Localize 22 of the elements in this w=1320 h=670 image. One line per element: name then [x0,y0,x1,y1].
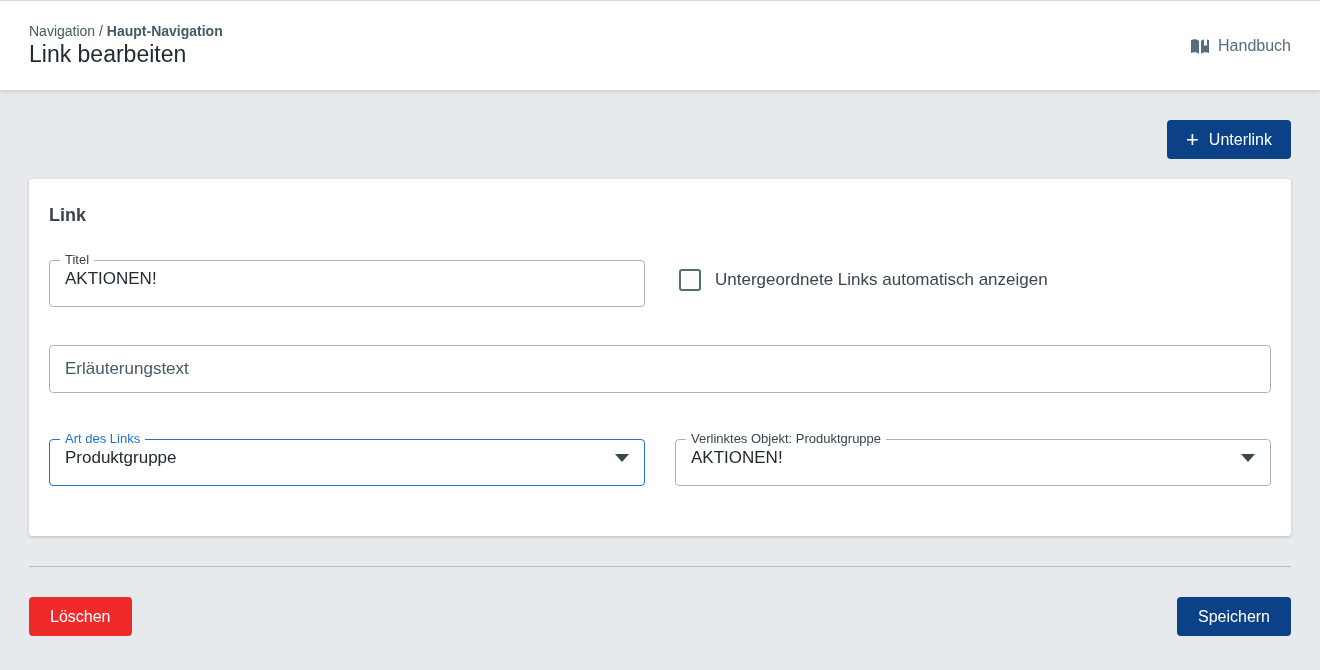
selected-value: AKTIONEN! [691,448,784,468]
manual-link[interactable]: Handbuch [1190,36,1291,55]
auto-show-checkbox[interactable]: Untergeordnete Links automatisch anzeigen [675,268,1271,291]
caret-icon [615,454,629,462]
text-input[interactable]: AKTIONEN! [65,269,629,289]
field-label: Verlinktes Objekt: Produktgruppe [690,431,883,447]
page-title: Link bearbeiten [29,41,188,68]
delete-button[interactable]: Löschen [29,597,132,636]
save-button[interactable]: Speichern [1176,597,1291,636]
field-label: Art des Links [64,431,142,447]
text-input[interactable]: Erläuterungstext [65,359,1255,379]
selected-value: Produktgruppe [65,448,178,468]
field-label: Titel [64,252,91,268]
description-field[interactable]: Erläuterungstext [49,345,1271,393]
caret-icon [1241,454,1255,462]
link-type-dropdown[interactable]: Art des Links Produktgruppe [49,431,645,486]
add-sublink-button[interactable]: + Unterlink [1167,120,1291,159]
linked-object-dropdown[interactable]: Verlinktes Objekt: Produktgruppe AKTIONEN! [675,431,1271,486]
breadcrumb: Navigation / Haupt-Navigation [29,23,223,39]
book-icon [1190,37,1211,54]
title-field[interactable]: Titel AKTIONEN! [49,252,645,307]
card-title: Link [49,205,87,226]
